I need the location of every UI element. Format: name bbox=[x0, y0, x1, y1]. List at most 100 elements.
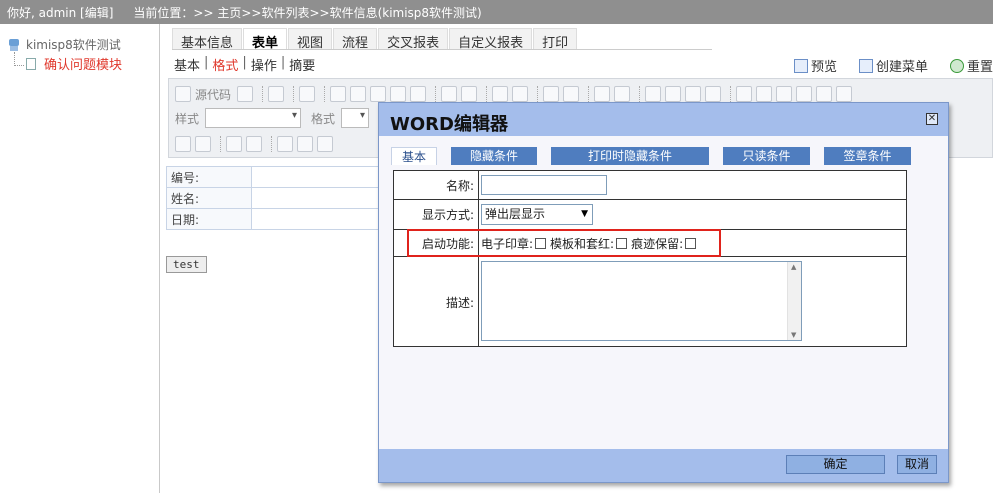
form-preview-table: 编号: 姓名: 日期: bbox=[166, 166, 396, 230]
tab-readonly-condition[interactable]: 只读条件 bbox=[723, 147, 811, 165]
find-icon[interactable] bbox=[492, 86, 509, 102]
divider bbox=[588, 86, 590, 102]
user-greeting[interactable]: 你好, admin [编辑] bbox=[7, 4, 113, 21]
cut-icon[interactable] bbox=[330, 86, 347, 102]
ordered-list-icon[interactable] bbox=[594, 86, 611, 102]
replace-icon[interactable] bbox=[512, 86, 529, 102]
tab-flow[interactable]: 流程 bbox=[333, 28, 378, 51]
reset-button[interactable]: 重置 bbox=[949, 56, 993, 75]
form-cell[interactable] bbox=[251, 166, 396, 188]
paste-word-icon[interactable] bbox=[410, 86, 427, 102]
redo-icon[interactable] bbox=[461, 86, 478, 102]
test-button[interactable]: test bbox=[166, 256, 207, 273]
preview-page-icon[interactable] bbox=[268, 86, 285, 102]
form-cell[interactable] bbox=[251, 187, 396, 209]
refresh-icon bbox=[949, 58, 964, 73]
divider bbox=[262, 86, 264, 102]
copy-icon[interactable] bbox=[350, 86, 367, 102]
form-row-description: 描述: bbox=[394, 257, 906, 347]
table-icon[interactable] bbox=[776, 86, 793, 102]
tab-print-hide-condition[interactable]: 打印时隐藏条件 bbox=[551, 147, 710, 165]
textfield-icon[interactable] bbox=[226, 136, 242, 152]
create-menu-button[interactable]: 创建菜单 bbox=[858, 56, 928, 75]
word-editor-dialog: WORD编辑器 ✕ 基本 隐藏条件 打印时隐藏条件 只读条件 签章条件 名称: … bbox=[378, 102, 949, 483]
divider bbox=[435, 86, 437, 102]
paste-icon[interactable] bbox=[370, 86, 387, 102]
tree-connector bbox=[14, 65, 24, 66]
flash-icon[interactable] bbox=[756, 86, 773, 102]
divider: | bbox=[280, 55, 286, 70]
scrollbar[interactable] bbox=[787, 262, 801, 340]
tab-form[interactable]: 表单 bbox=[243, 28, 288, 51]
create-menu-label: 创建菜单 bbox=[875, 60, 928, 75]
form-cell[interactable] bbox=[251, 208, 396, 230]
description-label: 描述: bbox=[394, 257, 479, 347]
divider bbox=[639, 86, 641, 102]
macro-icon[interactable] bbox=[317, 136, 333, 152]
sub-tabs: 基本 | 格式 | 操作 | 摘要 bbox=[172, 55, 317, 74]
div-icon[interactable] bbox=[705, 86, 722, 102]
toolbar-row-3 bbox=[175, 133, 337, 155]
tab-custom-report[interactable]: 自定义报表 bbox=[449, 28, 533, 51]
display-mode-label: 显示方式: bbox=[394, 200, 479, 229]
description-textarea[interactable] bbox=[481, 261, 802, 341]
display-mode-select[interactable]: 弹出层显示 bbox=[481, 204, 593, 225]
bullet-list-icon[interactable] bbox=[614, 86, 631, 102]
tree-child-node[interactable]: 确认问题模块 bbox=[26, 54, 122, 73]
outdent-icon[interactable] bbox=[645, 86, 662, 102]
subtab-format[interactable]: 格式 bbox=[210, 55, 240, 74]
tab-signature-condition[interactable]: 签章条件 bbox=[824, 147, 912, 165]
smiley-icon[interactable] bbox=[816, 86, 833, 102]
tab-basic-info[interactable]: 基本信息 bbox=[172, 28, 243, 51]
tree-connector bbox=[14, 52, 15, 66]
image-icon[interactable] bbox=[736, 86, 753, 102]
source-code-icon[interactable] bbox=[175, 86, 191, 102]
tab-dialog-basic[interactable]: 基本 bbox=[391, 147, 438, 165]
ok-button[interactable]: 确定 bbox=[786, 455, 885, 474]
subtab-summary[interactable]: 摘要 bbox=[287, 55, 317, 74]
style-label: 样式 bbox=[175, 111, 200, 126]
dialog-title: WORD编辑器 bbox=[390, 114, 508, 135]
special-char-icon[interactable] bbox=[836, 86, 853, 102]
style-select[interactable] bbox=[205, 108, 302, 128]
undo-icon[interactable] bbox=[441, 86, 458, 102]
select-all-icon[interactable] bbox=[543, 86, 560, 102]
divider bbox=[271, 136, 272, 152]
tab-cross-report[interactable]: 交叉报表 bbox=[378, 28, 449, 51]
blockquote-icon[interactable] bbox=[685, 86, 702, 102]
divider bbox=[730, 86, 732, 102]
preview-label: 预览 bbox=[810, 60, 837, 75]
format-select[interactable] bbox=[341, 108, 370, 128]
preview-icon bbox=[793, 58, 808, 73]
tree-root-node[interactable]: kimisp8软件测试 bbox=[8, 36, 121, 53]
subtab-operation[interactable]: 操作 bbox=[249, 55, 279, 74]
divider bbox=[486, 86, 488, 102]
description-cell bbox=[479, 257, 906, 347]
form-row-display: 显示方式: 弹出层显示 bbox=[394, 200, 906, 230]
format-label: 格式 bbox=[311, 111, 336, 126]
calendar-icon[interactable] bbox=[297, 136, 313, 152]
radio-icon[interactable] bbox=[195, 136, 211, 152]
template-icon[interactable] bbox=[299, 86, 316, 102]
eraser-icon[interactable] bbox=[563, 86, 580, 102]
save-icon[interactable] bbox=[237, 86, 254, 102]
paste-text-icon[interactable] bbox=[390, 86, 407, 102]
tab-hide-condition[interactable]: 隐藏条件 bbox=[451, 147, 538, 165]
name-label: 名称: bbox=[394, 171, 479, 199]
form-table-icon[interactable] bbox=[277, 136, 293, 152]
grid-field-icon[interactable] bbox=[246, 136, 262, 152]
tab-print[interactable]: 打印 bbox=[533, 28, 578, 51]
checkbox-icon[interactable] bbox=[175, 136, 191, 152]
indent-icon[interactable] bbox=[665, 86, 682, 102]
divider bbox=[220, 136, 221, 152]
divider bbox=[324, 86, 326, 102]
cancel-button[interactable]: 取消 bbox=[897, 455, 937, 474]
source-code-button[interactable]: 源代码 bbox=[195, 86, 231, 103]
tab-view[interactable]: 视图 bbox=[288, 28, 333, 51]
close-icon[interactable]: ✕ bbox=[926, 113, 938, 125]
preview-button[interactable]: 预览 bbox=[793, 56, 837, 75]
subtab-basic[interactable]: 基本 bbox=[172, 55, 202, 74]
name-input[interactable] bbox=[481, 175, 607, 195]
document-icon bbox=[26, 57, 36, 70]
horizontal-rule-icon[interactable] bbox=[796, 86, 813, 102]
